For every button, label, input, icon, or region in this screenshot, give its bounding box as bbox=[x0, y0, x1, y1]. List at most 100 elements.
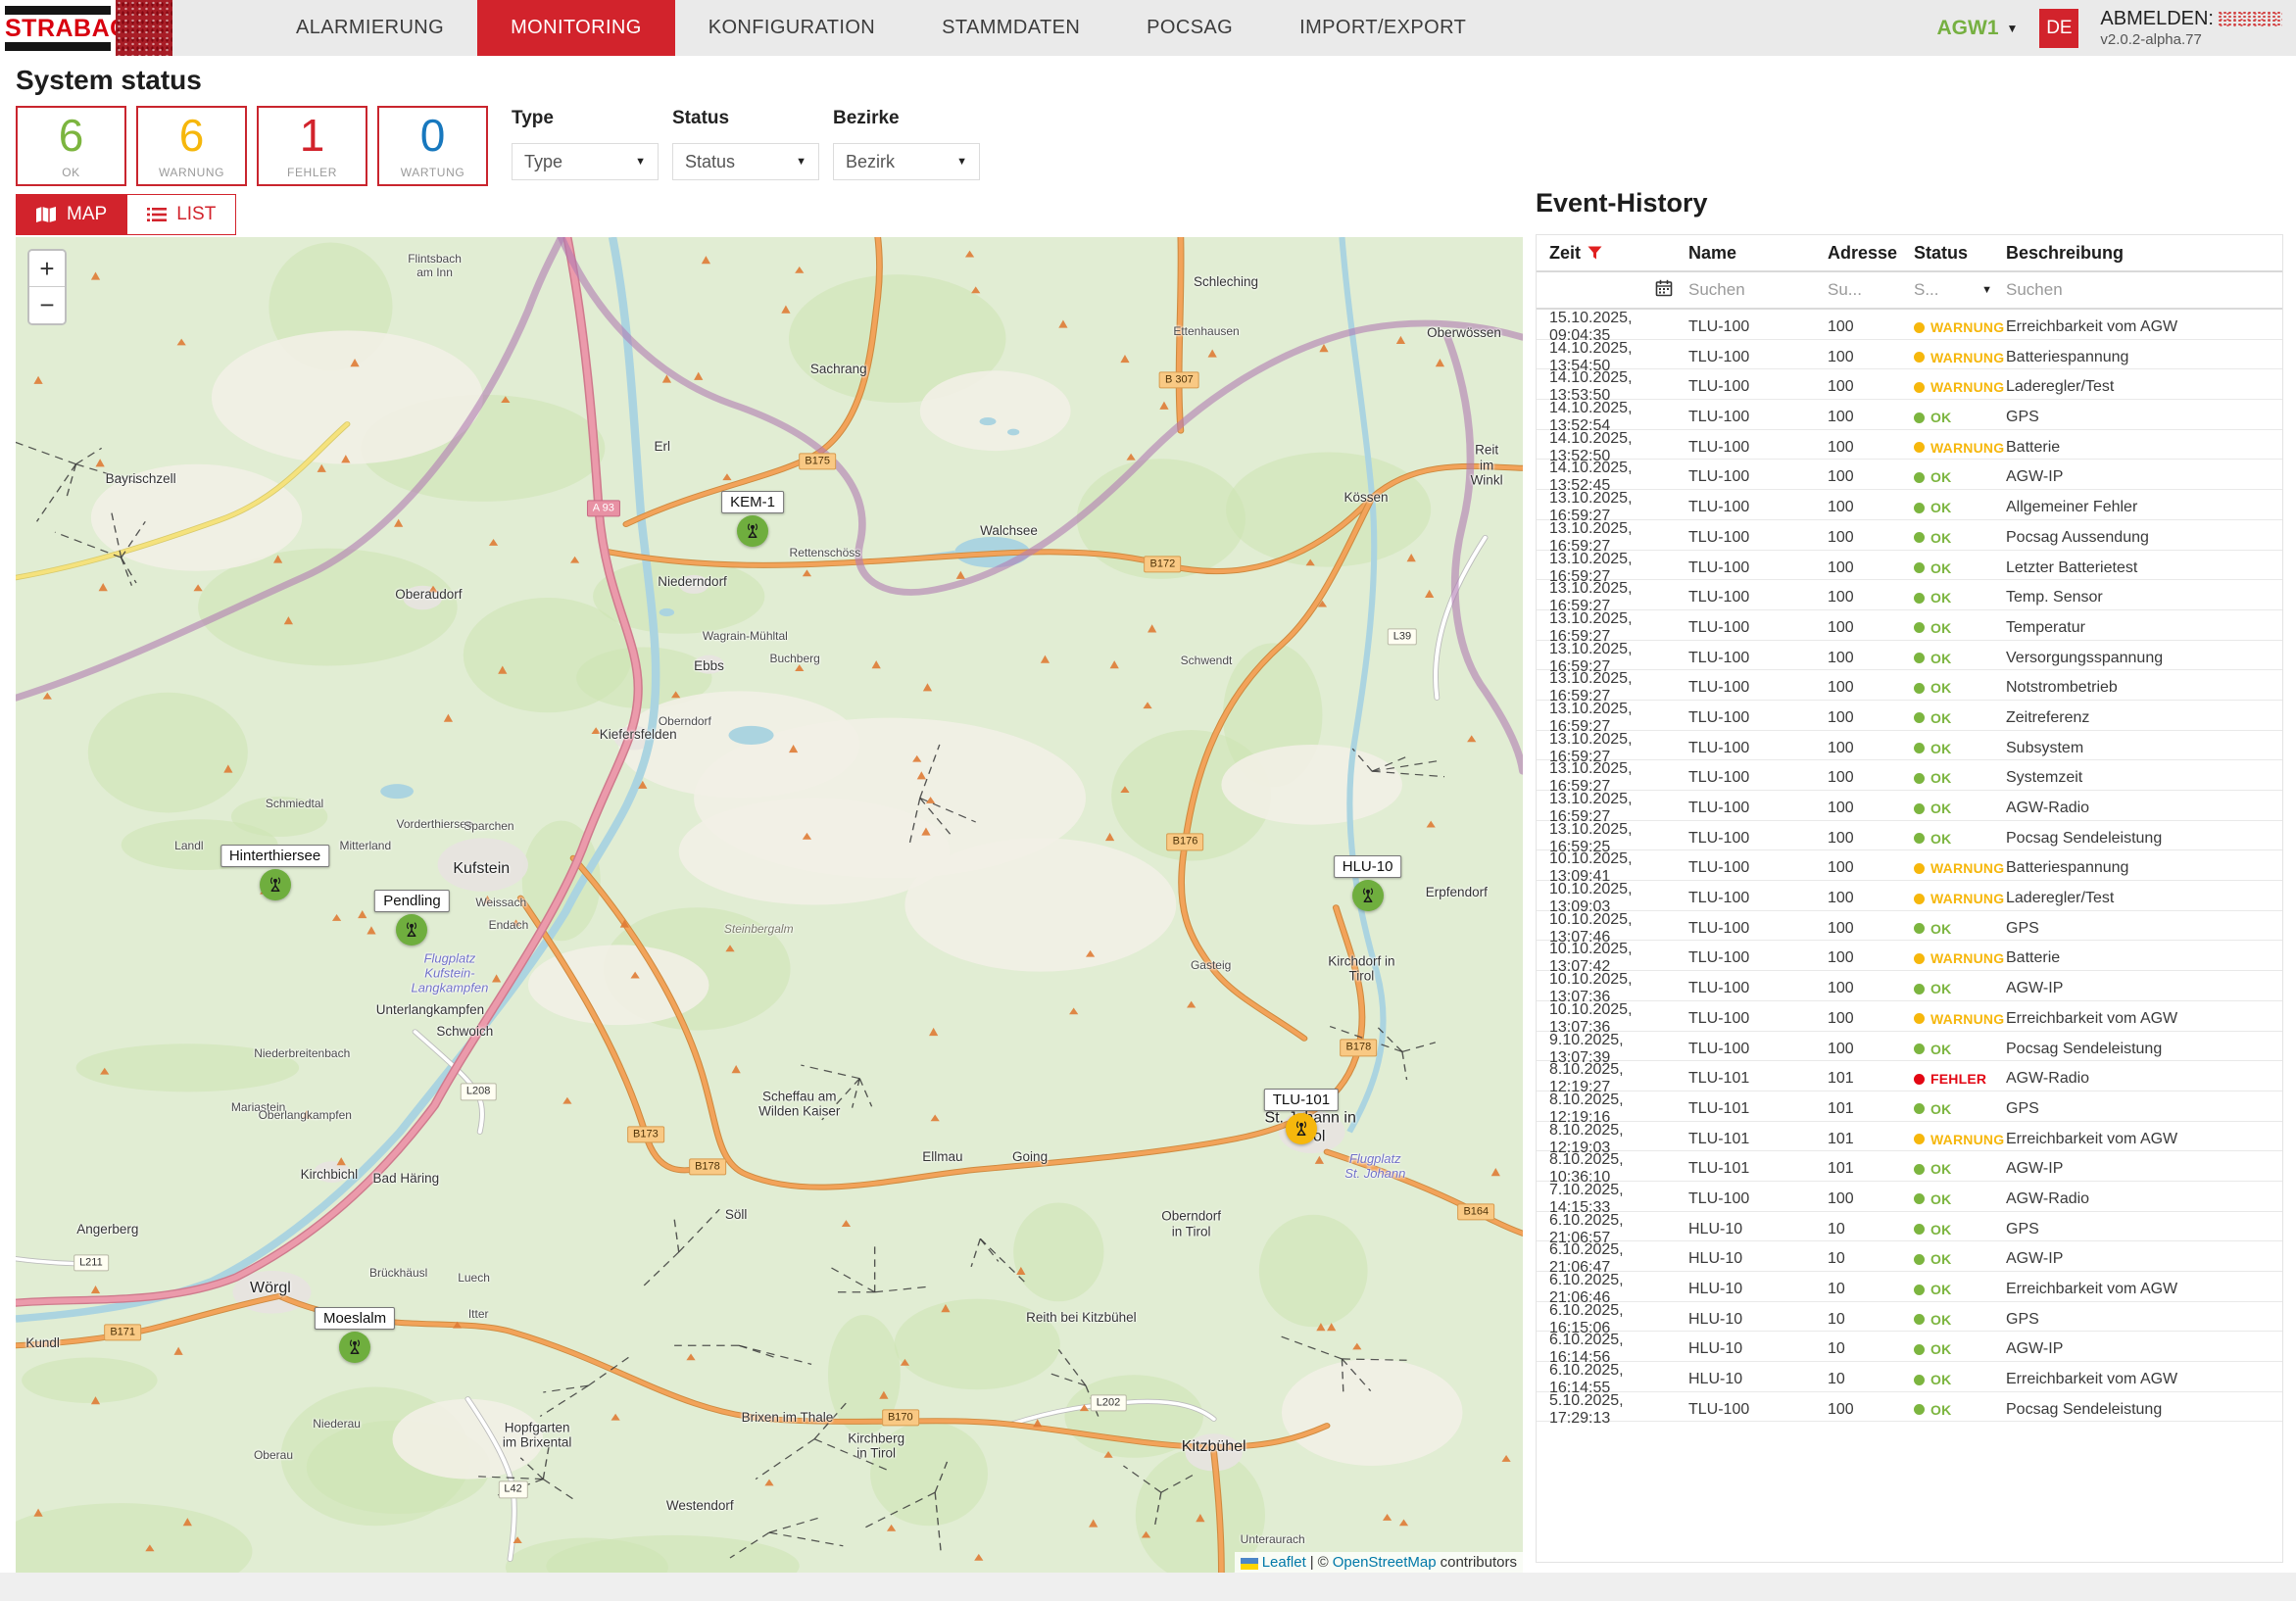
adresse-search-input[interactable]: Su... bbox=[1828, 280, 1914, 300]
status-badge: OK bbox=[1914, 530, 2006, 546]
table-row[interactable]: 14.10.2025, 13:53:50TLU-100100WARNUNGLad… bbox=[1537, 369, 2282, 400]
table-row[interactable]: 9.10.2025, 13:07:39TLU-100100OKPocsag Se… bbox=[1537, 1032, 2282, 1062]
column-header-beschreibung[interactable]: Beschreibung bbox=[2006, 243, 2282, 264]
column-header-status[interactable]: Status bbox=[1914, 243, 2006, 264]
column-header-name[interactable]: Name bbox=[1688, 243, 1828, 264]
table-row[interactable]: 13.10.2025, 16:59:27TLU-100100OKLetzter … bbox=[1537, 551, 2282, 581]
event-beschreibung: Allgemeiner Fehler bbox=[2006, 499, 2282, 516]
table-row[interactable]: 6.10.2025, 16:14:56HLU-1010OKAGW-IP bbox=[1537, 1332, 2282, 1362]
stat-box-warnung[interactable]: 6 WARNUNG bbox=[136, 106, 247, 186]
table-row[interactable]: 6.10.2025, 16:14:55HLU-1010OKErreichbark… bbox=[1537, 1362, 2282, 1392]
table-row[interactable]: 8.10.2025, 12:19:03TLU-101101WARNUNGErre… bbox=[1537, 1122, 2282, 1152]
beschreibung-search-input[interactable]: Suchen bbox=[2006, 280, 2282, 300]
table-row[interactable]: 10.10.2025, 13:07:42TLU-100100WARNUNGBat… bbox=[1537, 941, 2282, 971]
map-marker[interactable]: TLU-101 bbox=[1286, 1113, 1317, 1144]
map-marker[interactable]: Hinterthiersee bbox=[260, 869, 291, 900]
table-row[interactable]: 10.10.2025, 13:07:36TLU-100100OKAGW-IP bbox=[1537, 971, 2282, 1001]
table-row[interactable]: 13.10.2025, 16:59:27TLU-100100OKPocsag A… bbox=[1537, 520, 2282, 551]
table-row[interactable]: 6.10.2025, 21:06:46HLU-1010OKErreichbark… bbox=[1537, 1272, 2282, 1302]
map-marker[interactable]: Moeslalm bbox=[339, 1332, 370, 1363]
table-row[interactable]: 13.10.2025, 16:59:27TLU-100100OKTemp. Se… bbox=[1537, 580, 2282, 610]
map-marker[interactable]: HLU-10 bbox=[1352, 880, 1384, 911]
event-name: TLU-100 bbox=[1688, 980, 1828, 997]
bezirk-select[interactable]: Bezirk ▼ bbox=[833, 143, 980, 180]
stat-box-fehler[interactable]: 1 FEHLER bbox=[257, 106, 367, 186]
attribution-suffix: contributors bbox=[1441, 1554, 1517, 1571]
zoom-out-button[interactable]: − bbox=[29, 287, 65, 323]
language-button[interactable]: DE bbox=[2039, 9, 2078, 48]
nav-item-stammdaten[interactable]: STAMMDATEN bbox=[908, 0, 1113, 56]
event-adresse: 100 bbox=[1828, 890, 1914, 907]
stat-box-ok[interactable]: 6 OK bbox=[16, 106, 126, 186]
event-adresse: 101 bbox=[1828, 1070, 1914, 1088]
table-row[interactable]: 13.10.2025, 16:59:27TLU-100100OKSubsyste… bbox=[1537, 731, 2282, 761]
event-beschreibung: Temp. Sensor bbox=[2006, 589, 2282, 606]
version-label: v2.0.2-alpha.77 bbox=[2100, 31, 2282, 50]
table-row[interactable]: 10.10.2025, 13:09:03TLU-100100WARNUNGLad… bbox=[1537, 881, 2282, 911]
list-view-button[interactable]: LIST bbox=[126, 194, 236, 235]
leaflet-link[interactable]: Leaflet bbox=[1262, 1554, 1306, 1571]
name-search-input[interactable]: Suchen bbox=[1688, 280, 1828, 300]
table-row[interactable]: 14.10.2025, 13:52:45TLU-100100OKAGW-IP bbox=[1537, 460, 2282, 490]
status-filter-select[interactable]: S... ▼ bbox=[1914, 280, 2006, 300]
table-row[interactable]: 13.10.2025, 16:59:27TLU-100100OKZeitrefe… bbox=[1537, 701, 2282, 731]
table-row[interactable]: 13.10.2025, 16:59:27TLU-100100OKAllgemei… bbox=[1537, 490, 2282, 520]
table-row[interactable]: 14.10.2025, 13:52:54TLU-100100OKGPS bbox=[1537, 400, 2282, 430]
status-text: OK bbox=[1930, 921, 1951, 937]
table-row[interactable]: 7.10.2025, 14:15:33TLU-100100OKAGW-Radio bbox=[1537, 1182, 2282, 1212]
map-canvas[interactable]: Flintsbach am InnSchlechingEttenhausenOb… bbox=[16, 237, 1523, 1573]
stat-box-wartung[interactable]: 0 WARTUNG bbox=[377, 106, 488, 186]
nav-item-konfiguration[interactable]: KONFIGURATION bbox=[675, 0, 908, 56]
logo-bar-top bbox=[5, 6, 111, 15]
table-row[interactable]: 10.10.2025, 13:09:41TLU-100100WARNUNGBat… bbox=[1537, 850, 2282, 881]
status-select[interactable]: Status ▼ bbox=[672, 143, 819, 180]
table-row[interactable]: 13.10.2025, 16:59:25TLU-100100OKPocsag S… bbox=[1537, 821, 2282, 851]
table-row[interactable]: 10.10.2025, 13:07:46TLU-100100OKGPS bbox=[1537, 911, 2282, 942]
date-filter-button[interactable] bbox=[1655, 279, 1688, 302]
status-text: OK bbox=[1930, 981, 1951, 996]
event-time: 5.10.2025, 17:29:13 bbox=[1549, 1392, 1688, 1428]
table-row[interactable]: 6.10.2025, 21:06:47HLU-1010OKAGW-IP bbox=[1537, 1241, 2282, 1272]
table-row[interactable]: 8.10.2025, 12:19:16TLU-101101OKGPS bbox=[1537, 1092, 2282, 1122]
nav-item-alarmierung[interactable]: ALARMIERUNG bbox=[263, 0, 477, 56]
table-row[interactable]: 8.10.2025, 12:19:27TLU-101101FEHLERAGW-R… bbox=[1537, 1061, 2282, 1092]
table-row[interactable]: 5.10.2025, 17:29:13TLU-100100OKPocsag Se… bbox=[1537, 1392, 2282, 1423]
zoom-in-button[interactable]: + bbox=[29, 251, 65, 287]
event-adresse: 100 bbox=[1828, 529, 1914, 547]
agw-selector[interactable]: AGW1 ▼ bbox=[1937, 17, 2019, 40]
table-row[interactable]: 13.10.2025, 16:59:27TLU-100100OKVersorgu… bbox=[1537, 641, 2282, 671]
event-name: TLU-100 bbox=[1688, 740, 1828, 757]
table-row[interactable]: 6.10.2025, 16:15:06HLU-1010OKGPS bbox=[1537, 1302, 2282, 1333]
table-row[interactable]: 6.10.2025, 21:06:57HLU-1010OKGPS bbox=[1537, 1212, 2282, 1242]
event-adresse: 100 bbox=[1828, 499, 1914, 516]
nav-item-monitoring[interactable]: MONITORING bbox=[477, 0, 675, 56]
map-marker[interactable]: Pendling bbox=[396, 914, 427, 946]
event-adresse: 100 bbox=[1828, 1190, 1914, 1208]
logout-label[interactable]: ABMELDEN: bbox=[2100, 7, 2214, 31]
osm-link[interactable]: OpenStreetMap bbox=[1333, 1554, 1437, 1571]
status-text: WARNUNG bbox=[1930, 891, 2004, 906]
column-header-zeit[interactable]: Zeit bbox=[1549, 243, 1581, 264]
nav-item-pocsag[interactable]: POCSAG bbox=[1113, 0, 1266, 56]
table-row[interactable]: 10.10.2025, 13:07:36TLU-100100WARNUNGErr… bbox=[1537, 1001, 2282, 1032]
map-marker[interactable]: KEM-1 bbox=[737, 515, 768, 547]
table-row[interactable]: 14.10.2025, 13:52:50TLU-100100WARNUNGBat… bbox=[1537, 430, 2282, 461]
table-row[interactable]: 13.10.2025, 16:59:27TLU-100100OKAGW-Radi… bbox=[1537, 791, 2282, 821]
table-row[interactable]: 15.10.2025, 09:04:35TLU-100100WARNUNGErr… bbox=[1537, 310, 2282, 340]
status-badge: OK bbox=[1914, 770, 2006, 786]
nav-item-import-export[interactable]: IMPORT/EXPORT bbox=[1266, 0, 1499, 56]
map-marker-label: Pendling bbox=[374, 890, 449, 912]
filter-icon[interactable] bbox=[1588, 246, 1602, 260]
agw-selector-value: AGW1 bbox=[1937, 17, 1999, 40]
table-row[interactable]: 14.10.2025, 13:54:50TLU-100100WARNUNGBat… bbox=[1537, 340, 2282, 370]
event-beschreibung: Versorgungsspannung bbox=[2006, 650, 2282, 667]
table-row[interactable]: 8.10.2025, 10:36:10TLU-101101OKAGW-IP bbox=[1537, 1151, 2282, 1182]
table-row[interactable]: 13.10.2025, 16:59:27TLU-100100OKNotstrom… bbox=[1537, 670, 2282, 701]
column-header-adresse[interactable]: Adresse bbox=[1828, 243, 1914, 264]
table-row[interactable]: 13.10.2025, 16:59:27TLU-100100OKSystemze… bbox=[1537, 760, 2282, 791]
antenna-icon bbox=[743, 521, 762, 541]
map-view-button[interactable]: MAP bbox=[16, 194, 126, 235]
type-select[interactable]: Type ▼ bbox=[512, 143, 659, 180]
attribution-divider: | bbox=[1310, 1554, 1314, 1571]
table-row[interactable]: 13.10.2025, 16:59:27TLU-100100OKTemperat… bbox=[1537, 610, 2282, 641]
